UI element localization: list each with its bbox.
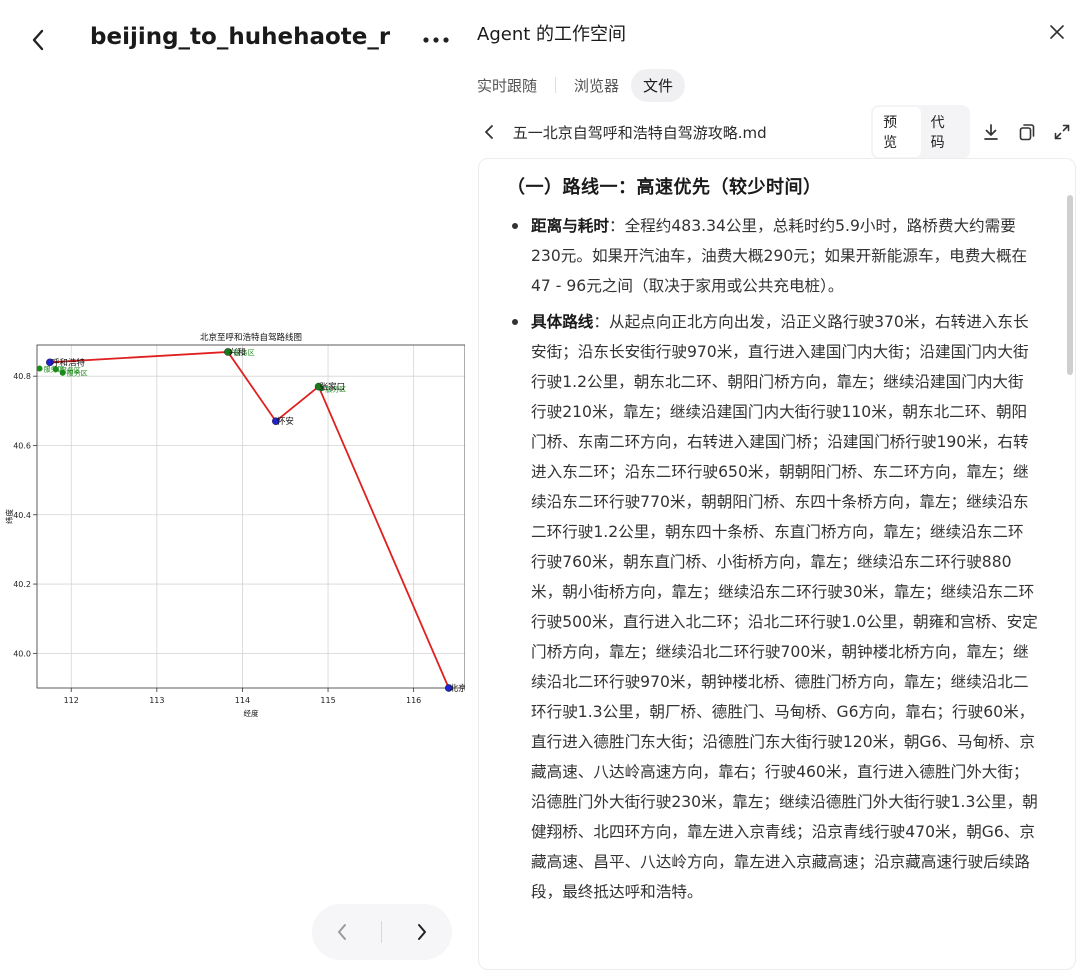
- x-tick-label: 116: [406, 696, 421, 705]
- copy-button[interactable]: [1012, 117, 1042, 147]
- list-item: 具体路线：从起点向正北方向出发，沿正义路行驶370米，右转进入东长安街；沿东长安…: [479, 307, 1039, 907]
- city-label: 兴和: [229, 348, 246, 358]
- chevron-left-icon: [32, 29, 44, 51]
- view-mode-toggle: 预览 代码: [871, 105, 971, 159]
- tab-browser[interactable]: 浏览器: [562, 69, 631, 102]
- file-preview-pane: beijing_to_huhehaote_rou... 112 113 114 115…: [0, 0, 467, 975]
- x-tick-label: 113: [149, 696, 164, 705]
- x-tick-label: 114: [235, 696, 250, 705]
- tab-divider: [555, 77, 557, 93]
- tab-live-follow[interactable]: 实时跟随: [477, 69, 549, 102]
- code-mode-button[interactable]: 代码: [921, 107, 968, 157]
- chevron-right-icon: [418, 924, 427, 940]
- expand-icon: [1054, 124, 1070, 140]
- list-item-term: 具体路线: [531, 313, 594, 331]
- list-item-text: ：从起点向正北方向出发，沿正义路行驶370米，右转进入东长安街；沿东长安街行驶9…: [531, 313, 1038, 901]
- chevron-left-icon: [484, 125, 493, 139]
- expand-button[interactable]: [1047, 117, 1077, 147]
- agent-workspace-panel: Agent 的工作空间 实时跟随 浏览器 文件 五一北京自驾呼和浩特自驾游攻略.…: [465, 0, 1080, 975]
- copy-icon: [1019, 124, 1034, 141]
- list-item-term: 距离与耗时: [531, 217, 609, 235]
- y-tick-label: 40.6: [13, 441, 31, 450]
- chart-title: 北京至呼和浩特自驾路线图: [200, 332, 302, 343]
- workspace-tabs: 实时跟随 浏览器 文件: [477, 68, 686, 102]
- x-axis-label: 经度: [244, 708, 259, 718]
- document-scrollbar[interactable]: [1067, 195, 1073, 375]
- previous-image-button[interactable]: [322, 912, 362, 952]
- y-tick-label: 40.0: [13, 649, 31, 658]
- route-chart: 112 113 114 115 116 40.0 40.2 40.4 40.6 40.8 北京至呼和…: [4, 332, 467, 718]
- y-axis-label: 纬度: [4, 509, 14, 524]
- close-icon: [1050, 25, 1064, 39]
- markdown-preview: （一）路线一：高速优先（较少时间） 距离与耗时：全程约483.34公里，总耗时约…: [478, 158, 1076, 970]
- section-heading: （一）路线一：高速优先（较少时间）: [507, 177, 822, 198]
- more-horizontal-icon: [423, 37, 449, 43]
- plot-frame: [36, 344, 466, 689]
- city-label: 呼和浩特: [51, 357, 86, 368]
- back-button[interactable]: [22, 22, 54, 58]
- tab-files[interactable]: 文件: [631, 68, 686, 102]
- preview-mode-button[interactable]: 预览: [873, 107, 921, 157]
- y-tick-label: 40.8: [13, 372, 31, 381]
- route-detail-list: 距离与耗时：全程约483.34公里，总耗时约5.9小时，路桥费大约需要230元。…: [479, 211, 1039, 907]
- workspace-title: Agent 的工作空间: [477, 24, 627, 45]
- download-icon: [983, 124, 998, 140]
- y-tick-label: 40.4: [13, 511, 31, 520]
- download-button[interactable]: [976, 117, 1006, 147]
- route-line: [49, 351, 450, 689]
- file-back-button[interactable]: [477, 120, 501, 144]
- chevron-left-icon: [337, 924, 346, 940]
- more-options-button[interactable]: [418, 22, 454, 58]
- city-label: 怀安: [277, 416, 294, 427]
- file-toolbar: 五一北京自驾呼和浩特自驾游攻略.md 预览 代码: [477, 105, 1077, 159]
- close-button[interactable]: [1045, 20, 1069, 44]
- file-name: 五一北京自驾呼和浩特自驾游攻略.md: [512, 123, 767, 142]
- city-label: 张家口: [320, 382, 346, 393]
- pager-divider: [381, 921, 383, 943]
- service-area-point: [36, 365, 43, 372]
- file-title: beijing_to_huhehaote_rou...: [90, 24, 390, 50]
- x-tick-label: 112: [64, 696, 79, 705]
- x-tick-label: 115: [320, 696, 335, 705]
- next-image-button[interactable]: [402, 912, 442, 952]
- image-pager: [312, 904, 452, 960]
- service-area-label: 服务区: [67, 369, 88, 378]
- y-tick-label: 40.2: [13, 580, 31, 589]
- list-item: 距离与耗时：全程约483.34公里，总耗时约5.9小时，路桥费大约需要230元。…: [479, 211, 1039, 301]
- route-chart-image: 112 113 114 115 116 40.0 40.2 40.4 40.6 40.8 北京至呼和…: [0, 325, 470, 725]
